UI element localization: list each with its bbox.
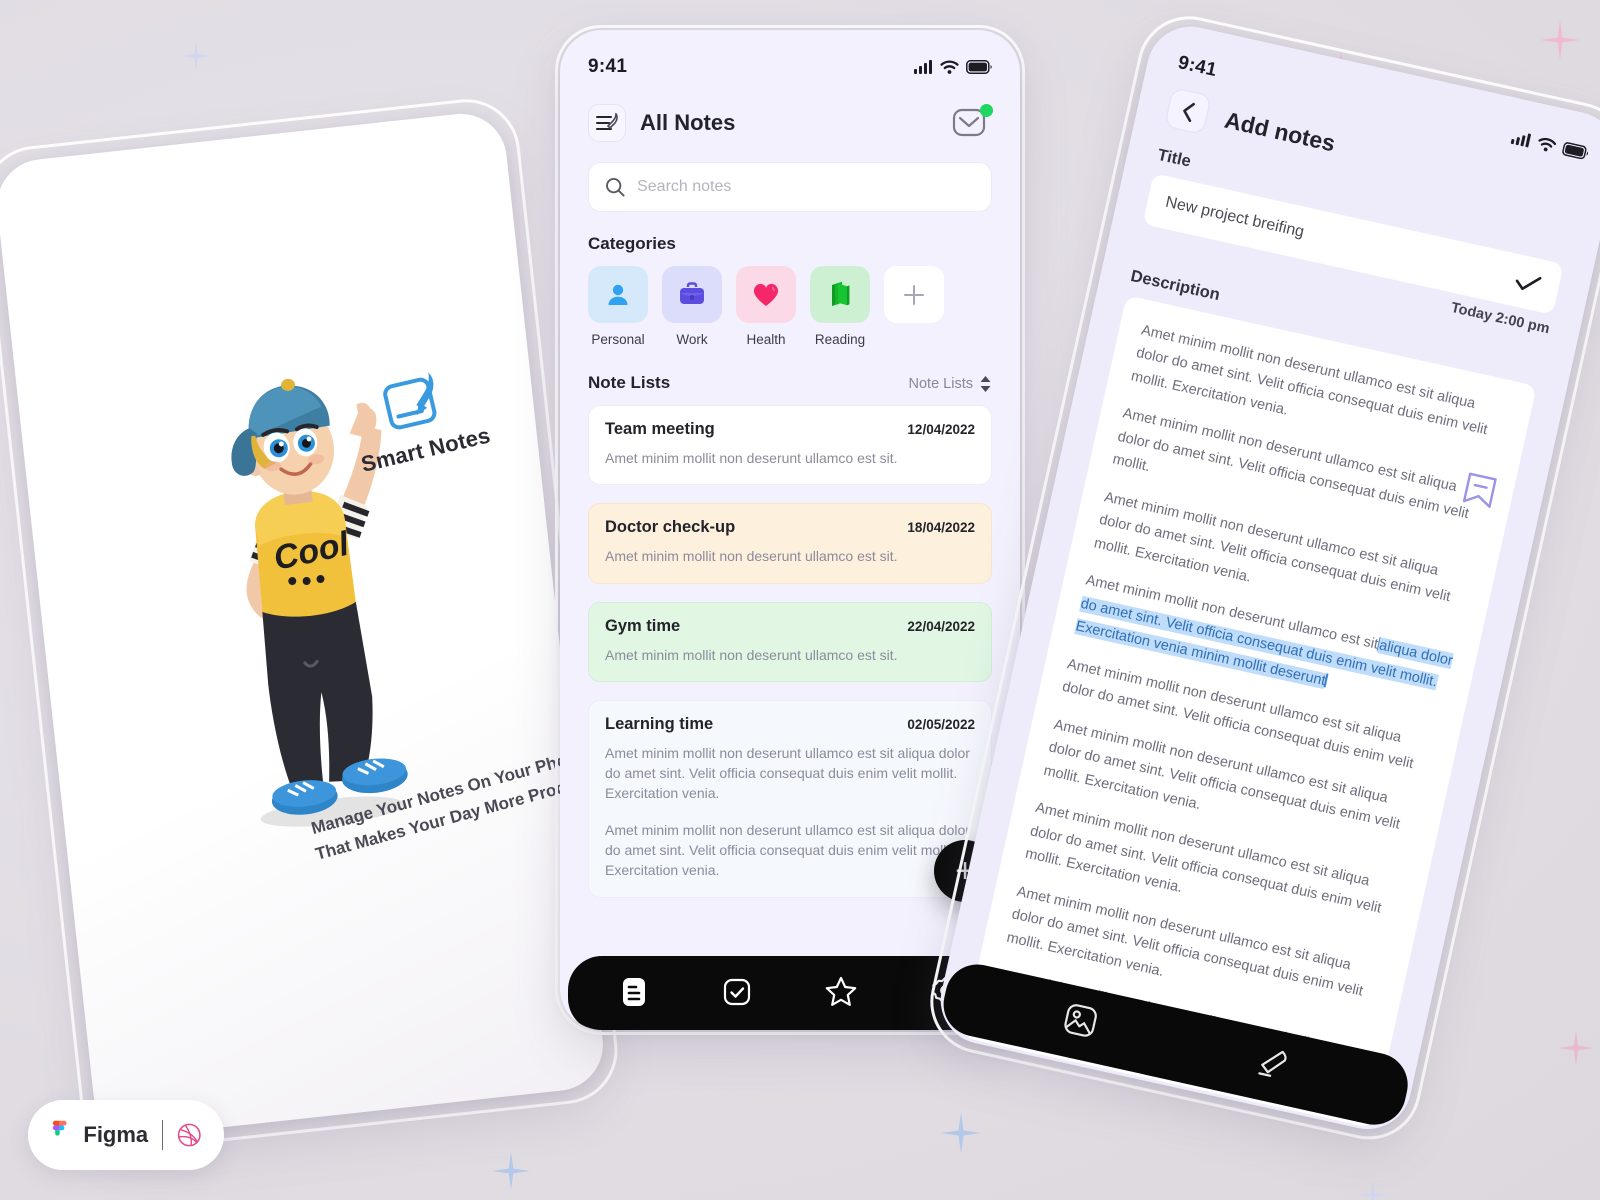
category-tile: [662, 266, 722, 323]
note-body: Amet minim mollit non deserunt ullamco e…: [605, 548, 898, 565]
signal-icon: [1510, 133, 1531, 148]
categories-title: Categories: [588, 234, 676, 253]
note-date: 18/04/2022: [907, 520, 975, 536]
check-square-icon: [723, 978, 750, 1005]
sparkle-decoration: [940, 1112, 982, 1154]
tab-tasks[interactable]: [722, 977, 752, 1012]
category-tile: [736, 266, 796, 323]
badge-label: Figma: [83, 1122, 149, 1147]
check-icon[interactable]: [1513, 271, 1542, 294]
document-filled-icon: [622, 977, 645, 1006]
category-add[interactable]: [884, 266, 944, 347]
image-icon: [1063, 1003, 1097, 1037]
add-category-button[interactable]: [884, 266, 944, 323]
sparkle-decoration: [180, 40, 212, 72]
categories-row: Personal Work Health Reading: [588, 266, 992, 347]
menu-pen-icon: [595, 113, 618, 131]
wifi-icon: [940, 60, 959, 74]
note-lists-header: Note Lists Note Lists: [588, 373, 992, 393]
menu-button[interactable]: [588, 104, 626, 142]
category-label: Work: [676, 332, 708, 347]
note-card[interactable]: Doctor check-up 18/04/2022 Amet minim mo…: [588, 503, 992, 584]
status-bar: 9:41: [588, 30, 992, 88]
note-pen-icon: [383, 372, 437, 430]
sparkle-decoration: [1558, 1030, 1594, 1066]
sparkle-decoration: [1540, 20, 1580, 60]
note-body: Amet minim mollit non deserunt ullamco e…: [605, 450, 898, 466]
back-button[interactable]: [1164, 87, 1212, 135]
note-card[interactable]: Learning time 02/05/2022 Amet minim moll…: [588, 699, 992, 898]
note-date: 12/04/2022: [907, 422, 975, 437]
battery-icon: [966, 60, 992, 74]
chevron-left-icon: [1182, 102, 1195, 122]
note-title: Gym time: [605, 616, 681, 635]
note-date: 22/04/2022: [907, 618, 975, 634]
person-icon: [608, 284, 628, 305]
note-date: 02/05/2022: [907, 716, 975, 732]
star-icon: [825, 976, 857, 1006]
search-bar[interactable]: [588, 162, 992, 212]
badge-divider: [162, 1120, 164, 1150]
note-body: Amet minim mollit non deserunt ullamco e…: [605, 821, 970, 879]
plus-icon: [904, 284, 924, 305]
app-header: All Notes: [588, 92, 993, 154]
mail-button[interactable]: [952, 104, 993, 140]
sort-label: Note Lists: [908, 376, 973, 392]
page-title: Add notes: [1222, 106, 1338, 156]
note-lists-title: Note Lists: [588, 373, 671, 392]
note-title: Learning time: [605, 714, 714, 733]
heart-icon: [753, 283, 779, 306]
category-label: Personal: [591, 332, 645, 347]
figma-logo-icon: [52, 1120, 67, 1136]
status-time: 9:41: [1176, 52, 1219, 82]
screenshot-canvas: Cool Smart Notes Manage Your Notes On Yo…: [0, 0, 1600, 1200]
category-work[interactable]: Work: [662, 266, 722, 347]
battery-icon: [1562, 142, 1589, 160]
notification-badge: [980, 104, 993, 117]
bookmark-icon[interactable]: [1459, 469, 1500, 513]
note-card[interactable]: Gym time 22/04/2022 Amet minim mollit no…: [588, 601, 992, 682]
tab-image[interactable]: [1059, 1001, 1103, 1047]
notes-list: Team meeting 12/04/2022 Amet minim molli…: [588, 405, 992, 898]
category-label: Health: [746, 332, 786, 347]
category-tile: [810, 266, 870, 323]
note-title: Team meeting: [605, 420, 715, 438]
title-input-value: New project breifing: [1163, 193, 1306, 241]
books-icon: [832, 281, 850, 306]
category-label: Reading: [814, 332, 866, 347]
tab-favorites[interactable]: [825, 976, 857, 1012]
onboarding-phone: Cool Smart Notes Manage Your Notes On Yo…: [0, 93, 623, 1157]
sparkle-decoration: [492, 1152, 530, 1190]
tab-notes[interactable]: [619, 976, 649, 1013]
search-icon: [606, 178, 625, 197]
category-personal[interactable]: Personal: [588, 266, 648, 347]
sparkle-decoration: [1357, 1179, 1389, 1200]
wifi-icon: [1538, 137, 1557, 152]
note-card[interactable]: Team meeting 12/04/2022 Amet minim molli…: [588, 405, 992, 486]
page-title: All Notes: [640, 110, 736, 135]
note-body: Amet minim mollit non deserunt ullamco e…: [605, 646, 898, 663]
category-tile: [588, 266, 648, 323]
signal-icon: [914, 60, 932, 74]
add-notes-screen: 9:41 Add notes Title New project breifin…: [932, 18, 1600, 1138]
category-health[interactable]: Health: [736, 266, 796, 347]
pencil-icon: [1257, 1050, 1287, 1077]
dribbble-logo-icon: [178, 1123, 202, 1147]
sort-updown-icon: [980, 376, 991, 392]
note-body: Amet minim mollit non deserunt ullamco e…: [605, 744, 970, 802]
briefcase-icon: [680, 281, 704, 304]
status-time: 9:41: [588, 56, 628, 77]
sort-control[interactable]: Note Lists: [909, 376, 992, 392]
all-notes-screen: 9:41 All Notes Search notes Categories P…: [560, 30, 1020, 1030]
tab-draw[interactable]: [1251, 1043, 1293, 1088]
category-reading[interactable]: Reading: [810, 266, 870, 347]
note-title: Doctor check-up: [605, 518, 736, 537]
search-input[interactable]: [637, 178, 975, 196]
credits-badge: Figma: [28, 1100, 224, 1170]
onboarding-screen: Cool Smart Notes Manage Your Notes On Yo…: [0, 109, 608, 1141]
